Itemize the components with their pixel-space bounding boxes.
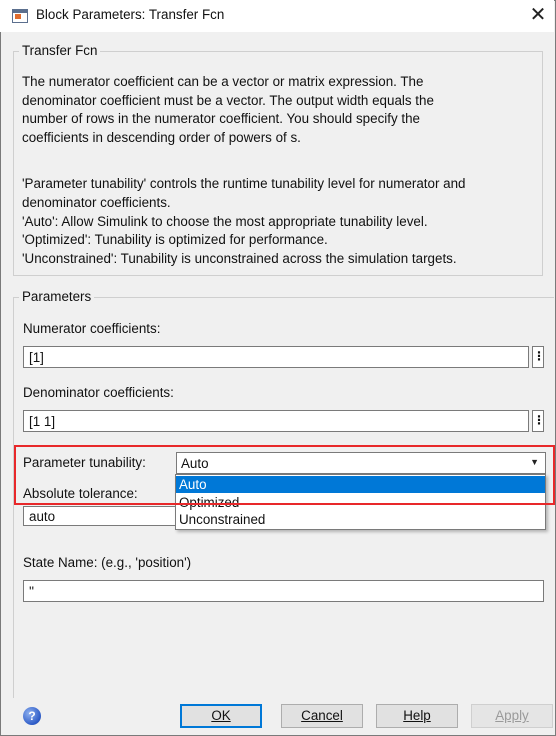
description-line: The numerator coefficient can be a vecto…: [22, 74, 424, 89]
window-title: Block Parameters: Transfer Fcn: [36, 7, 225, 22]
ok-button[interactable]: OK: [180, 704, 262, 728]
numerator-label: Numerator coefficients:: [23, 321, 161, 336]
cancel-button[interactable]: Cancel: [281, 704, 363, 728]
help-button-label: Help: [403, 708, 431, 723]
numerator-input[interactable]: [1]: [23, 346, 529, 368]
description-line: denominator coefficient must be a vector…: [22, 93, 434, 108]
description-line: 'Optimized': Tunability is optimized for…: [22, 232, 328, 247]
state-name-input[interactable]: '': [23, 580, 544, 602]
help-button[interactable]: Help: [376, 704, 458, 728]
help-icon[interactable]: ?: [23, 707, 41, 725]
description-line: denominator coefficients.: [22, 195, 171, 210]
state-name-label: State Name: (e.g., 'position'): [23, 555, 192, 570]
simulink-block-icon: [12, 9, 28, 23]
description-line: 'Parameter tunability' controls the runt…: [22, 176, 466, 191]
description-line: 'Unconstrained': Tunability is unconstra…: [22, 251, 457, 266]
cancel-button-label: Cancel: [301, 708, 343, 723]
tunability-option-unconstrained[interactable]: Unconstrained: [176, 511, 545, 528]
ok-button-label: OK: [211, 708, 231, 723]
denominator-label: Denominator coefficients:: [23, 385, 174, 400]
description-line: 'Auto': Allow Simulink to choose the mos…: [22, 214, 428, 229]
description-line: number of rows in the numerator coeffici…: [22, 111, 420, 126]
apply-button-label: Apply: [495, 708, 529, 723]
numerator-more-button[interactable]: ⋮: [532, 346, 545, 368]
denominator-input[interactable]: [1 1]: [23, 410, 529, 432]
denominator-more-button[interactable]: ⋮: [532, 410, 545, 432]
apply-button[interactable]: Apply: [471, 704, 553, 728]
transfer-fcn-group-label: Transfer Fcn: [19, 43, 101, 58]
description-line: coefficients in descending order of powe…: [22, 130, 301, 145]
title-bar: Block Parameters: Transfer Fcn ✕: [0, 0, 554, 32]
parameters-group-label: Parameters: [19, 289, 95, 304]
close-icon[interactable]: ✕: [528, 3, 548, 27]
highlight-box: [14, 445, 555, 505]
